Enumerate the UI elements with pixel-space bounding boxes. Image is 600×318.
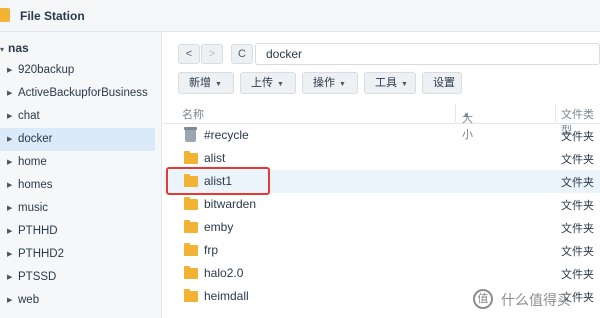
file-name: alist	[204, 151, 226, 165]
back-button[interactable]: <	[178, 44, 200, 64]
file-type: 文件夹	[561, 154, 594, 166]
column-separator[interactable]	[555, 104, 556, 122]
forward-button[interactable]: >	[201, 44, 223, 64]
file-type: 文件夹	[561, 177, 594, 189]
sidebar-item-label: PTHHD2	[18, 248, 65, 260]
chevron-right-icon[interactable]: ▶	[7, 151, 12, 174]
file-type: 文件夹	[561, 200, 594, 212]
chevron-right-icon[interactable]: ▶	[7, 105, 12, 128]
sidebar-item-920backup[interactable]: ▶ 920backup	[0, 59, 155, 82]
chevron-right-icon[interactable]: ▶	[7, 266, 12, 289]
chevron-down-icon: ▼	[401, 81, 408, 88]
tree-root-label: nas	[8, 41, 29, 55]
sidebar-item-label: music	[18, 202, 49, 214]
create-button[interactable]: 新增 ▼	[178, 72, 234, 94]
navigation-bar: < > C docker	[163, 32, 600, 70]
action-button[interactable]: 操作 ▼	[302, 72, 358, 94]
sidebar-item-label: homes	[18, 179, 53, 191]
sort-ascending-icon: ▲	[462, 110, 470, 119]
sidebar-item-label: chat	[18, 110, 40, 122]
folder-icon	[184, 220, 198, 233]
upload-label: 上传	[251, 77, 273, 89]
file-type: 文件夹	[561, 131, 594, 143]
chevron-down-icon: ▼	[277, 81, 284, 88]
file-name: halo2.0	[204, 266, 244, 280]
table-row[interactable]: bitwarden 文件夹	[163, 193, 600, 216]
folder-icon	[184, 266, 198, 279]
main-panel: < > C docker 新增 ▼ 上传 ▼ 操作 ▼ 工具 ▼ 设置 名称 大小 ▲ …	[163, 32, 600, 318]
table-row[interactable]: #recycle 文件夹	[163, 124, 600, 147]
file-type: 文件夹	[561, 246, 594, 258]
chevron-right-icon[interactable]: ▶	[7, 197, 12, 220]
title-bar: File Station	[0, 0, 600, 32]
column-header-name[interactable]: 名称	[182, 106, 204, 122]
table-row[interactable]: frp 文件夹	[163, 239, 600, 262]
file-type: 文件夹	[561, 269, 594, 281]
app-title: File Station	[20, 9, 85, 23]
trash-icon	[184, 127, 197, 142]
settings-label: 设置	[433, 77, 455, 89]
chevron-right-icon[interactable]: ▶	[7, 289, 12, 312]
file-station-icon	[0, 8, 10, 22]
chevron-right-icon[interactable]: ▶	[7, 128, 12, 151]
tools-button[interactable]: 工具 ▼	[364, 72, 416, 94]
sidebar-item-label: home	[18, 156, 47, 168]
upload-button[interactable]: 上传 ▼	[240, 72, 296, 94]
action-label: 操作	[313, 77, 335, 89]
sidebar-item-label: 920backup	[18, 64, 75, 76]
folder-icon	[184, 151, 198, 164]
path-field[interactable]: docker	[255, 43, 600, 65]
sidebar-item-label: PTSSD	[18, 271, 57, 283]
folder-icon	[184, 289, 198, 302]
annotation-highlight	[166, 167, 270, 195]
file-name: emby	[204, 220, 234, 234]
table-row[interactable]: halo2.0 文件夹	[163, 262, 600, 285]
chevron-right-icon[interactable]: ▶	[7, 59, 12, 82]
table-row[interactable]: emby 文件夹	[163, 216, 600, 239]
sidebar-item-web[interactable]: ▶ web	[0, 289, 155, 312]
sidebar-item-ptssd[interactable]: ▶ PTSSD	[0, 266, 155, 289]
chevron-right-icon[interactable]: ▶	[7, 220, 12, 243]
sidebar-item-label: web	[18, 294, 40, 306]
tree-root-nas[interactable]: ▾ nas	[0, 41, 29, 57]
sidebar-item-homes[interactable]: ▶ homes	[0, 174, 155, 197]
create-label: 新增	[189, 77, 211, 89]
file-type: 文件夹	[561, 223, 594, 235]
sidebar-item-home[interactable]: ▶ home	[0, 151, 155, 174]
sidebar: ▾ nas ▶ 920backup ▶ ActiveBackupforBusine…	[0, 32, 162, 318]
file-name: bitwarden	[204, 197, 257, 211]
chevron-down-icon: ▼	[339, 81, 346, 88]
chevron-right-icon[interactable]: ▶	[7, 243, 12, 266]
file-name: frp	[204, 243, 219, 257]
tools-label: 工具	[375, 77, 397, 89]
refresh-icon: C	[238, 48, 246, 60]
chevron-right-icon[interactable]: ▶	[7, 82, 12, 105]
settings-button[interactable]: 设置	[422, 72, 462, 94]
refresh-button[interactable]: C	[231, 44, 253, 64]
folder-icon	[184, 197, 198, 210]
chevron-right-icon[interactable]: ▶	[7, 174, 12, 197]
sidebar-item-chat[interactable]: ▶ chat	[0, 105, 155, 128]
sidebar-item-activebackup[interactable]: ▶ ActiveBackupforBusiness	[0, 82, 155, 105]
sidebar-item-pthhd[interactable]: ▶ PTHHD	[0, 220, 155, 243]
chevron-right-icon: >	[208, 48, 216, 60]
sidebar-item-label: ActiveBackupforBusiness	[18, 87, 148, 99]
table-header: 名称 大小 ▲ 文件类型	[163, 102, 600, 141]
chevron-left-icon: <	[185, 48, 193, 60]
sidebar-item-label: docker	[18, 133, 53, 145]
sidebar-item-music[interactable]: ▶ music	[0, 197, 155, 220]
watermark-logo-icon: 值	[473, 289, 493, 309]
file-name: #recycle	[204, 128, 249, 142]
watermark-text: 什么值得买	[501, 292, 571, 308]
column-separator[interactable]	[455, 104, 456, 122]
chevron-down-icon[interactable]: ▾	[0, 45, 8, 54]
sidebar-item-docker[interactable]: ▶ docker	[0, 128, 155, 151]
sidebar-item-pthhd2[interactable]: ▶ PTHHD2	[0, 243, 155, 266]
chevron-down-icon: ▼	[215, 81, 222, 88]
sidebar-item-label: PTHHD	[18, 225, 58, 237]
folder-icon	[184, 243, 198, 256]
file-name: heimdall	[204, 289, 249, 303]
